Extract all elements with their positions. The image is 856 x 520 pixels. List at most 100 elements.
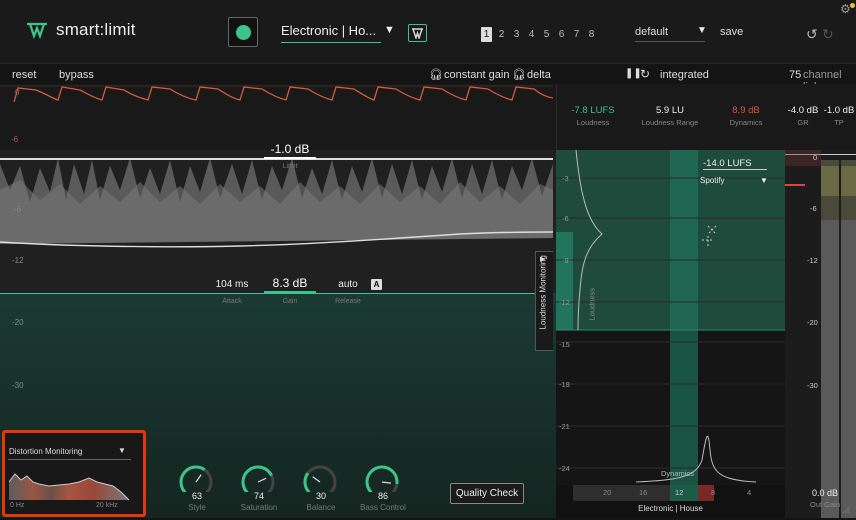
db-axis-minus-12: -12 xyxy=(12,256,24,265)
release-label: Release xyxy=(335,298,361,305)
headphones-icon: 🎧︎ xyxy=(512,69,526,81)
delta-button[interactable]: delta xyxy=(527,69,551,81)
db-axis-minus-30: -30 xyxy=(12,381,24,390)
redo-icon[interactable]: ↻ xyxy=(822,26,834,43)
gr-axis-0: 0 xyxy=(15,88,20,97)
knob-value: 74 xyxy=(253,491,264,501)
smart-limit-logo-icon xyxy=(27,22,47,39)
knob-value: 86 xyxy=(377,491,388,501)
profile-select[interactable]: Electronic | Ho... xyxy=(281,23,381,43)
map-x-12: 12 xyxy=(675,488,684,497)
slot-selector: 1 2 3 4 5 6 7 8 xyxy=(481,27,597,42)
slot-3[interactable]: 3 xyxy=(511,27,522,42)
slot-5[interactable]: 5 xyxy=(541,27,552,42)
slot-1[interactable]: 1 xyxy=(481,27,492,42)
gr-value: -4.0 dB xyxy=(787,105,819,116)
quality-check-button[interactable]: Quality Check xyxy=(450,483,524,504)
auto-release-badge[interactable]: A xyxy=(371,279,382,290)
preset-select[interactable]: default xyxy=(635,26,705,42)
channel-link-value[interactable]: 75 xyxy=(789,69,801,81)
integrated-mode[interactable]: integrated xyxy=(660,69,709,81)
knob-value: 30 xyxy=(315,491,326,501)
gr-label: GR xyxy=(797,118,809,127)
chevron-down-icon[interactable]: ▼ xyxy=(118,446,126,455)
distortion-spectrum xyxy=(9,473,130,501)
attack-value[interactable]: 104 ms xyxy=(206,279,258,290)
chevron-down-icon[interactable]: ▼ xyxy=(760,176,768,185)
limit-label: Limit xyxy=(282,163,298,170)
platform-select[interactable]: Spotify xyxy=(700,176,724,185)
knob-label: Balance xyxy=(306,503,336,512)
knob-dial[interactable] xyxy=(358,462,406,494)
genre-label: Electronic | House xyxy=(638,504,703,513)
slot-2[interactable]: 2 xyxy=(496,27,507,42)
map-x-16: 16 xyxy=(639,488,648,497)
loudness-label: Loudness xyxy=(576,118,610,127)
map-y-minus-12: -12 xyxy=(559,298,570,307)
loudness-monitoring-label: Loudness Monitoring xyxy=(538,255,548,330)
release-value[interactable]: auto xyxy=(324,279,372,290)
meter-tick-0: 0 xyxy=(813,153,818,162)
map-x-4: 4 xyxy=(747,488,752,497)
gain-line[interactable] xyxy=(0,293,553,294)
map-y-minus-18: -18 xyxy=(559,380,570,389)
distortion-x-min: 0 Hz xyxy=(10,502,25,509)
slot-7[interactable]: 7 xyxy=(571,27,582,42)
reset-button[interactable]: reset xyxy=(12,69,36,81)
reset-meter-icon[interactable]: ↻ xyxy=(640,67,650,81)
undo-icon[interactable]: ↺ xyxy=(806,26,818,43)
tp-label: TP xyxy=(834,118,844,127)
map-x-8: 8 xyxy=(711,488,716,497)
sub-bar: reset bypass 🎧︎ constant gain 🎧︎ delta ❚… xyxy=(0,64,856,93)
gain-reduction-history: 0 -6 xyxy=(0,84,556,150)
loudness-value: -7.8 LUFS xyxy=(571,105,615,116)
out-gain-value[interactable]: 0.0 dB xyxy=(800,488,850,498)
gain-reduction-curve xyxy=(0,85,554,103)
gain-value[interactable]: 8.3 dB xyxy=(264,276,316,293)
learn-button[interactable] xyxy=(228,17,258,47)
dynamics-value: 8.9 dB xyxy=(732,105,760,116)
map-y-minus-6: -6 xyxy=(562,214,569,223)
knob-dial[interactable] xyxy=(172,462,220,494)
save-button[interactable]: save xyxy=(720,26,743,38)
headphones-icon: 🎧︎ xyxy=(429,69,443,81)
map-x-20: 20 xyxy=(603,488,612,497)
record-dot-icon xyxy=(235,24,251,40)
chevron-down-icon[interactable]: ▼ xyxy=(697,25,707,36)
slot-8[interactable]: 8 xyxy=(586,27,597,42)
attack-label: Attack xyxy=(222,298,242,305)
gr-axis-minus-6: -6 xyxy=(11,135,19,144)
map-y-minus-24: -24 xyxy=(559,464,570,473)
loudness-axis-label: Loudness xyxy=(587,287,597,321)
output-meters xyxy=(785,150,856,518)
knob-dial[interactable] xyxy=(234,462,282,494)
bypass-button[interactable]: bypass xyxy=(59,69,94,81)
level-meters xyxy=(785,150,856,518)
distortion-monitoring-title[interactable]: Distortion Monitoring xyxy=(9,447,82,456)
map-y-minus-9: -9 xyxy=(562,256,569,265)
logo: smart:limit xyxy=(26,20,136,40)
db-axis-minus-20: -20 xyxy=(12,318,24,327)
knob-value: 63 xyxy=(191,491,202,501)
dynamics-axis-label: Dynamics xyxy=(661,469,694,478)
profile-icon[interactable] xyxy=(408,24,427,42)
loudness-range-label: Loudness Range xyxy=(641,118,699,127)
slot-4[interactable]: 4 xyxy=(526,27,537,42)
resize-handle-icon[interactable]: ◢ xyxy=(842,504,850,515)
knob-dial[interactable] xyxy=(296,462,344,494)
knob-label: Bass Control xyxy=(360,503,406,512)
notification-dot xyxy=(850,3,855,8)
dynamics-label: Dynamics xyxy=(729,118,763,127)
target-loudness[interactable]: -14.0 LUFS xyxy=(703,158,767,170)
gain-label: Gain xyxy=(282,298,298,305)
constant-gain-button[interactable]: constant gain xyxy=(444,69,509,81)
distortion-x-max: 20 kHz xyxy=(96,502,118,509)
knob-label: Saturation xyxy=(240,503,278,512)
metrics-header xyxy=(556,84,856,150)
chevron-down-icon[interactable]: ▼ xyxy=(384,24,395,36)
meter-tick-minus-12: -12 xyxy=(807,256,818,265)
divider xyxy=(8,459,131,460)
slot-6[interactable]: 6 xyxy=(556,27,567,42)
map-y-minus-21: -21 xyxy=(559,422,570,431)
limit-value[interactable]: -1.0 dB xyxy=(264,142,316,159)
